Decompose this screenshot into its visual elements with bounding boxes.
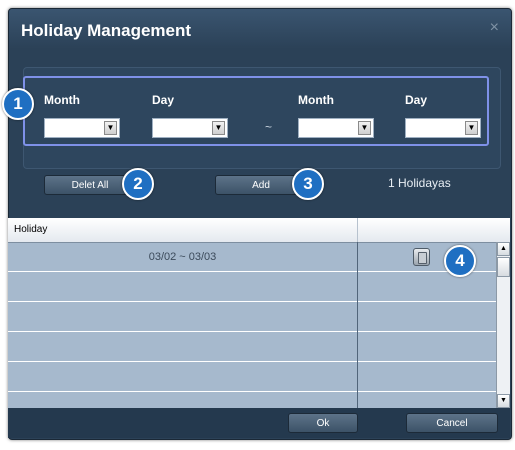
bin-shape [418,252,427,264]
close-icon[interactable]: × [490,19,499,37]
trash-icon[interactable] [413,248,430,266]
chevron-down-icon[interactable]: ▼ [212,121,225,135]
table-scrollbar[interactable]: ▲ ▼ [496,242,510,408]
chevron-down-icon[interactable]: ▼ [465,121,478,135]
table-row[interactable] [8,272,496,302]
scroll-thumb[interactable] [497,257,510,277]
header-holiday: Holiday [14,224,48,235]
cancel-button[interactable]: Cancel [406,413,498,433]
ok-button[interactable]: Ok [288,413,358,433]
table-row[interactable]: 03/02 ~ 03/03 [8,242,496,272]
holiday-cell: 03/02 ~ 03/03 [148,251,217,263]
start-day-select[interactable]: ▼ [152,118,228,138]
callout-badge-1: 1 [2,88,34,120]
arrow-down-icon[interactable]: ▼ [497,394,510,408]
table-row[interactable] [8,302,496,332]
table-header: Holiday [8,218,510,243]
table-row[interactable] [8,362,496,392]
chevron-down-icon[interactable]: ▼ [358,121,371,135]
holiday-table: Holiday 03/02 ~ 03/03 ▲ ▼ [8,218,510,408]
column-divider [357,242,358,408]
end-month-select[interactable]: ▼ [298,118,374,138]
dialog-title: Holiday Management [21,21,192,40]
start-month-select[interactable]: ▼ [44,118,120,138]
callout-badge-2: 2 [122,168,154,200]
callout-badge-4: 4 [444,245,476,277]
dialog-footer: Ok Cancel [8,408,510,438]
end-day-label: Day [405,93,428,107]
title-bar: Holiday Management × [9,9,511,49]
range-separator: ~ [265,120,273,134]
holiday-count: 1 Holidayas [388,176,451,190]
start-day-label: Day [152,93,175,107]
callout-badge-3: 3 [292,168,324,200]
table-row[interactable] [8,332,496,362]
arrow-up-icon[interactable]: ▲ [497,242,510,256]
start-month-label: Month [44,93,80,107]
end-day-select[interactable]: ▼ [405,118,481,138]
header-divider [357,218,358,242]
chevron-down-icon[interactable]: ▼ [104,121,117,135]
end-month-label: Month [298,93,334,107]
